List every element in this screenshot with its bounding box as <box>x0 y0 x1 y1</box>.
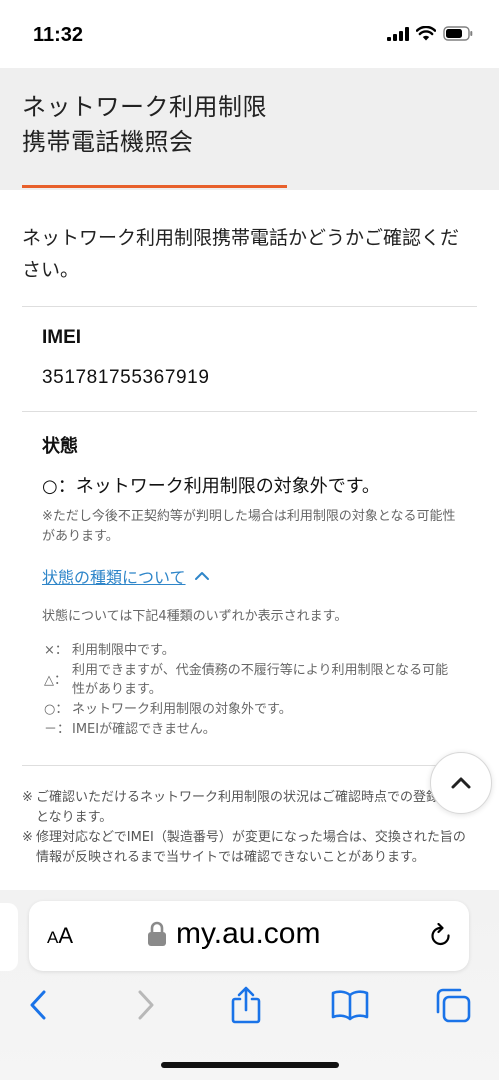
url-text: my.au.com <box>176 917 321 950</box>
reader-options-button[interactable]: AA <box>47 923 73 949</box>
share-icon <box>231 986 261 1024</box>
chevron-up-icon <box>451 777 471 789</box>
list-item: ×： 利用制限中です。 <box>44 641 454 660</box>
status-types-list: ×： 利用制限中です。 △： 利用できますが、代金債務の不履行等により利用制限と… <box>44 641 454 740</box>
battery-icon <box>443 26 473 41</box>
address-bar[interactable]: AA my.au.com <box>29 901 469 971</box>
legend-text: ネットワーク利用制限の対象外です。 <box>72 702 292 717</box>
legend-symbol: ○： <box>44 702 69 717</box>
list-item: －： IMEIが確認できません。 <box>44 720 454 739</box>
previous-tab-preview[interactable] <box>0 903 18 971</box>
list-item: △： 利用できますが、代金債務の不履行等により利用制限となる可能性があります。 <box>44 661 454 699</box>
footnote: ※ ご確認いただけるネットワーク利用制限の状況はご確認時点での登録状況となります… <box>22 788 474 828</box>
legend-symbol: ×： <box>44 643 68 658</box>
status-types-description: 状態については下記4種類のいずれか表示されます。 <box>42 609 348 624</box>
back-icon <box>30 990 46 1020</box>
status-label: 状態 <box>42 436 78 457</box>
url-display[interactable]: my.au.com <box>147 917 320 951</box>
intro-text: ネットワーク利用制限携帯電話かどうかご確認ください。 <box>22 227 460 281</box>
legend-text: 利用制限中です。 <box>72 643 175 658</box>
header-accent-underline <box>22 185 287 188</box>
status-bar: 11:32 <box>0 0 499 68</box>
list-item: ○： ネットワーク利用制限の対象外です。 <box>44 700 454 719</box>
lock-icon <box>148 921 166 946</box>
bookmarks-button[interactable] <box>330 985 370 1025</box>
footnote-text: 修理対応などでIMEI（製造番号）が変更になった場合は、交換された旨の情報が反映… <box>36 830 466 865</box>
chevron-up-icon <box>194 572 209 580</box>
page-header: ネットワーク利用制限 携帯電話機照会 <box>0 68 499 190</box>
wifi-icon <box>416 26 436 41</box>
status-icons <box>387 26 473 41</box>
status-types-toggle[interactable]: 状態の種類について <box>42 564 210 588</box>
share-button[interactable] <box>226 985 266 1025</box>
footnote-mark: ※ <box>22 790 33 805</box>
legend-text: 利用できますが、代金債務の不履行等により利用制限となる可能性があります。 <box>72 663 449 697</box>
legend-symbol: －： <box>44 722 71 737</box>
imei-label: IMEI <box>42 327 82 348</box>
status-time: 11:32 <box>33 24 84 46</box>
footnote-mark: ※ <box>22 830 33 845</box>
status-types-link-text: 状態の種類について <box>42 568 186 587</box>
footnotes: ※ ご確認いただけるネットワーク利用制限の状況はご確認時点での登録状況となります… <box>22 788 474 868</box>
page-title: ネットワーク利用制限 携帯電話機照会 <box>22 93 267 156</box>
status-result: ○：ネットワーク利用制限の対象外です。 <box>42 476 380 497</box>
legend-symbol: △： <box>44 673 67 688</box>
reload-button[interactable] <box>429 922 453 953</box>
divider <box>22 411 477 412</box>
scroll-to-top-button[interactable] <box>430 752 492 814</box>
footnote: ※ 修理対応などでIMEI（製造番号）が変更になった場合は、交換された旨の情報が… <box>22 828 474 868</box>
back-button[interactable] <box>18 985 58 1025</box>
footnote-text: ご確認いただけるネットワーク利用制限の状況はご確認時点での登録状況となります。 <box>36 790 466 825</box>
bookmarks-icon <box>331 990 369 1021</box>
legend-text: IMEIが確認できません。 <box>72 722 216 737</box>
home-indicator <box>161 1062 339 1068</box>
reload-icon <box>431 922 450 946</box>
imei-value: 351781755367919 <box>42 367 210 388</box>
tabs-icon <box>436 988 471 1023</box>
status-note: ※ただし今後不正契約等が判明した場合は利用制限の対象となる可能性があります。 <box>42 509 456 544</box>
cellular-signal-icon <box>387 26 409 41</box>
tabs-button[interactable] <box>433 985 473 1025</box>
divider <box>22 765 452 766</box>
forward-icon <box>138 990 154 1020</box>
divider <box>22 306 477 307</box>
forward-button[interactable] <box>126 985 166 1025</box>
